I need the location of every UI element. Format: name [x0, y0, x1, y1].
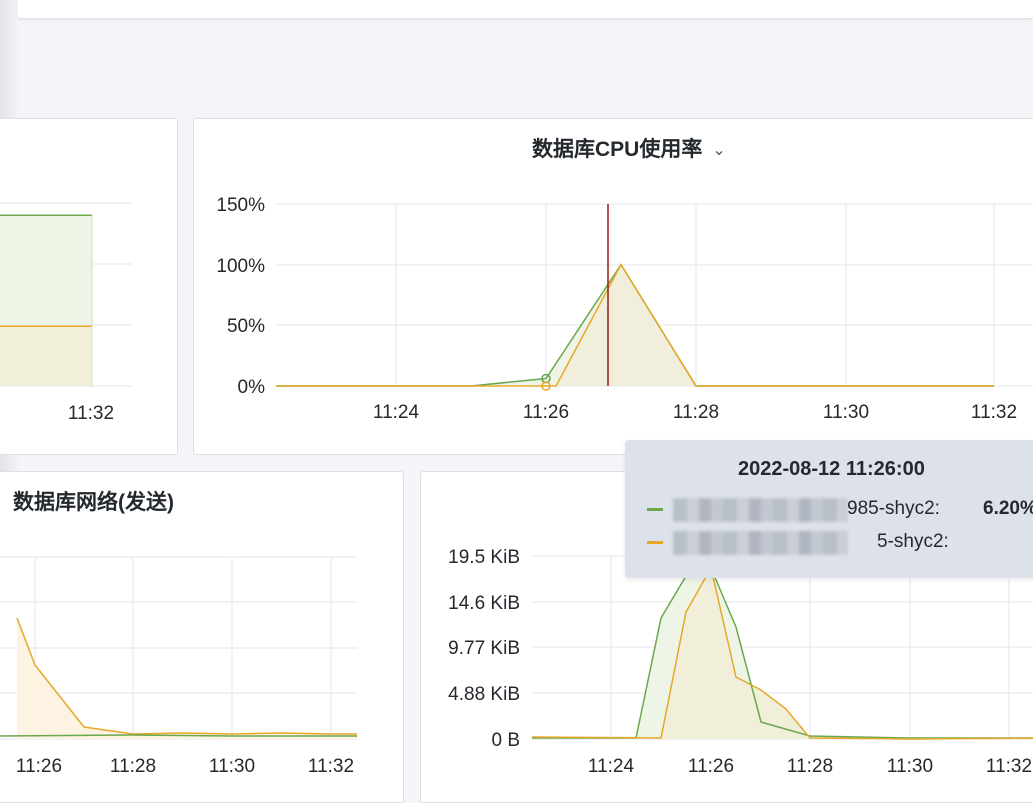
y-tick-label: 0% [238, 377, 266, 398]
tooltip-series-value: 6.20% [983, 498, 1033, 519]
series-area [532, 568, 1033, 739]
y-tick-label: 50% [227, 316, 265, 337]
x-tick-label: 11:32 [971, 402, 1017, 423]
y-tick-label: 150% [216, 195, 265, 216]
x-tick-label: 11:28 [110, 756, 156, 777]
y-tick-label: 14.6 KiB [448, 593, 520, 614]
y-tick-label: 100% [216, 256, 265, 277]
y-tick-label: 4.88 KiB [448, 684, 520, 705]
series-swatch-yellow [647, 541, 663, 544]
tooltip-time: 2022-08-12 11:26:00 [738, 458, 925, 480]
x-tick-label: 11:24 [373, 402, 420, 423]
tooltip-row: 5-shyc2: 0% [647, 531, 1033, 555]
left-partial-chart: 11:32 [0, 202, 132, 424]
panel-db-cpu[interactable]: 数据库CPU使用率 ⌄ 150% 100% 50% 0% 11:24 11:26 11:28 1… [193, 118, 1033, 455]
series-swatch-green [647, 508, 663, 511]
x-tick-label: 11:30 [887, 756, 933, 777]
y-tick-label: 0 B [491, 730, 520, 751]
cpu-chart[interactable]: 150% 100% 50% 0% 11:24 11:26 11:28 11:30 11:32 [194, 119, 1033, 454]
x-tick-label: 11:32 [986, 756, 1032, 777]
panel-left-partial[interactable]: 11:32 [0, 118, 178, 455]
x-tick-label: 11:30 [823, 402, 869, 423]
redacted-series-name [673, 531, 848, 555]
chart-tooltip: 2022-08-12 11:26:00 985-shyc2: 6.20% 5-s… [625, 440, 1033, 578]
y-tick-label: 9.77 KiB [448, 638, 520, 659]
x-tick-label: 11:26 [16, 756, 62, 777]
x-tick-label: 11:24 [588, 756, 635, 777]
x-tick-label: 11:28 [673, 402, 719, 423]
redacted-series-name [673, 498, 848, 522]
network-send-chart[interactable]: 11:26 11:28 11:30 11:32 [0, 472, 403, 802]
y-tick-label: 19.5 KiB [448, 547, 520, 568]
series-area [0, 326, 92, 386]
x-tick-label: 11:32 [68, 403, 114, 424]
panel-db-network-send[interactable]: 数据库网络(发送) 11:26 11:28 11:30 11:32 [0, 471, 404, 803]
x-tick-label: 11:32 [308, 756, 354, 777]
top-toolbar [18, 0, 1033, 19]
x-tick-label: 11:26 [688, 756, 734, 777]
tooltip-series-name: 985-shyc2: [847, 498, 940, 519]
x-tick-label: 11:26 [523, 402, 569, 423]
x-tick-label: 11:28 [787, 756, 833, 777]
series-area [17, 618, 357, 739]
x-tick-label: 11:30 [209, 756, 255, 777]
tooltip-row: 985-shyc2: 6.20% [647, 498, 1033, 522]
tooltip-series-name: 5-shyc2: [877, 531, 949, 552]
